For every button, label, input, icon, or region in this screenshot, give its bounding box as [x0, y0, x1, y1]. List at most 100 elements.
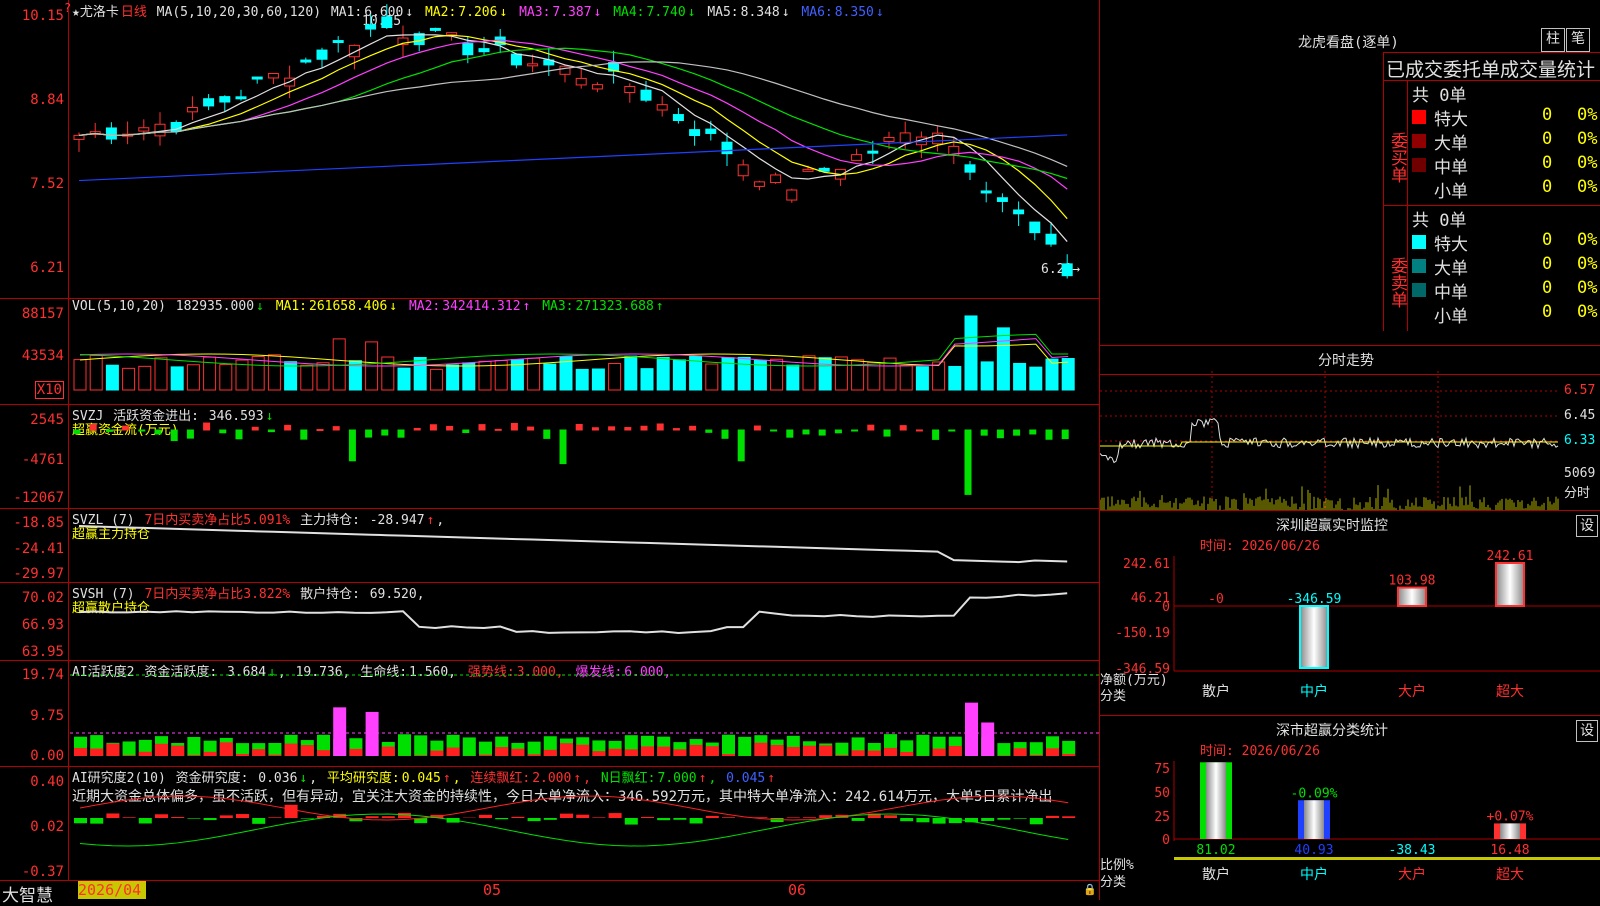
- candle: [1030, 222, 1040, 233]
- sell-row-s[interactable]: 小单00%: [1412, 302, 1597, 326]
- sz-monitor-panel[interactable]: 深圳超赢实时监控 设 时间: 2026/06/26 净额(万元) 分类 242.…: [1100, 510, 1600, 716]
- research-bar: [236, 814, 249, 818]
- candle: [981, 191, 991, 193]
- volume-chart[interactable]: [0, 298, 1099, 404]
- sell-row-xl[interactable]: 特大00%: [1412, 230, 1597, 254]
- candle: [803, 169, 813, 171]
- intraday-chart[interactable]: [1100, 371, 1560, 511]
- sell-row-l[interactable]: 大单00%: [1412, 254, 1597, 278]
- buy-row-l[interactable]: 大单00%: [1412, 129, 1597, 153]
- activity-bar: [333, 707, 346, 756]
- kline-panel[interactable]: 10.15 8.84 7.52 6.21 ? ★尤洛卡日线 MA(5,10,20…: [0, 0, 1099, 299]
- date-axis[interactable]: 大智慧 2026/04 05 06 🔒: [0, 880, 1099, 901]
- candle: [301, 60, 311, 62]
- activity-bar: [852, 750, 865, 756]
- activity-bar: [252, 749, 265, 756]
- ma-line: [79, 135, 1067, 181]
- ai-research-chart[interactable]: [0, 766, 1099, 880]
- svzj-chart[interactable]: [0, 404, 1099, 508]
- tab-tick[interactable]: 笔: [1566, 28, 1590, 52]
- svzl-chart[interactable]: [0, 508, 1099, 582]
- ratio-value-label: 16.48: [1490, 843, 1529, 858]
- research-bar: [301, 818, 314, 819]
- research-bar: [560, 814, 573, 818]
- svsh-chart[interactable]: [0, 582, 1099, 660]
- svzj-bar: [949, 430, 955, 431]
- kline-chart[interactable]: [0, 0, 1099, 298]
- candle: [511, 54, 521, 65]
- svzj-bar: [414, 428, 420, 430]
- volume-panel[interactable]: 88157 43534 X10 VOL(5,10,20) 182935.000↓…: [0, 298, 1099, 405]
- buy-row-s[interactable]: 小单00%: [1412, 177, 1597, 201]
- svzj-bar: [819, 430, 825, 435]
- research-bar: [900, 818, 913, 821]
- activity-bar: [706, 746, 719, 756]
- research-bar: [139, 818, 152, 823]
- buy-row-xl[interactable]: 特大00%: [1412, 105, 1597, 129]
- svzj-bar: [90, 425, 96, 430]
- volume-bar: [916, 367, 928, 390]
- ss-stat-panel[interactable]: 深市超赢分类统计 设 时间: 2026/06/26 比例% 分类 7550250…: [1100, 715, 1600, 901]
- candle: [592, 85, 602, 89]
- ratio-value-label: 40.93: [1294, 843, 1333, 858]
- svsh-panel[interactable]: 70.02 66.93 63.95 SVSH (7) 7日内买卖净占比3.822…: [0, 582, 1099, 661]
- research-bar: [544, 818, 557, 820]
- activity-bar: [414, 755, 427, 756]
- ratio-bar: [1500, 823, 1520, 839]
- intraday-panel[interactable]: 分时走势 6.57 6.45 6.33 5069 分时: [1100, 345, 1600, 511]
- ss-stat-chart[interactable]: 755025081.02散户-0.09%40.93中户-38.43大户+0.07…: [1100, 716, 1600, 901]
- research-bar: [285, 805, 298, 818]
- candle: [382, 17, 392, 28]
- research-bar: [106, 813, 119, 818]
- svzj-bar: [544, 430, 550, 438]
- activity-bar: [155, 744, 168, 756]
- research-bar: [155, 814, 168, 818]
- ss-tick: 25: [1154, 810, 1170, 825]
- research-bar: [997, 818, 1010, 820]
- volume-bar: [268, 355, 280, 390]
- sz-monitor-chart[interactable]: 242.6146.210-150.19-346.59-0散户-346.59中户1…: [1100, 511, 1600, 716]
- svzj-bar: [123, 426, 129, 430]
- candle: [479, 49, 489, 52]
- volume-bar: [738, 357, 750, 390]
- candle: [236, 97, 246, 99]
- candle: [155, 124, 165, 136]
- svzl-panel[interactable]: -18.85 -24.41 -29.97 SVZL (7) 7日内买卖净占比5.…: [0, 508, 1099, 583]
- candle: [366, 25, 376, 29]
- research-bar: [722, 817, 735, 818]
- volume-bar: [398, 368, 410, 390]
- candle: [965, 165, 975, 172]
- candle: [349, 45, 359, 56]
- research-bar: [528, 818, 541, 821]
- research-bar: [706, 816, 719, 818]
- buy-row-m[interactable]: 中单00%: [1412, 153, 1597, 177]
- volume-bar: [90, 356, 102, 390]
- svzj-bar: [803, 430, 809, 434]
- stat-header-box: 已成交委托单成交量统计: [1383, 52, 1600, 81]
- volume-bar: [74, 360, 86, 390]
- activity-bar: [609, 749, 622, 756]
- volume-bar: [463, 363, 475, 390]
- volume-bar: [1062, 359, 1074, 390]
- research-bar: [884, 815, 897, 818]
- tab-bar[interactable]: 柱: [1541, 28, 1565, 52]
- svzj-bar: [592, 428, 598, 430]
- candle: [139, 128, 149, 131]
- sell-total: 共 0单: [1412, 206, 1466, 230]
- activity-bar: [722, 754, 735, 756]
- ai-research-panel[interactable]: 0.40 0.02 -0.37 AI研究度2(10) 资金研究度: 0.036↓…: [0, 766, 1099, 880]
- sz-tick: -150.19: [1115, 626, 1170, 641]
- svzj-bar: [236, 430, 242, 439]
- svzj-bar: [171, 430, 177, 441]
- svzj-bar: [754, 426, 760, 430]
- lock-icon[interactable]: 🔒: [1083, 883, 1097, 896]
- ai-activity-chart[interactable]: [0, 660, 1099, 766]
- sell-row-m[interactable]: 中单00%: [1412, 278, 1597, 302]
- volume-bar: [139, 366, 151, 390]
- svzj-panel[interactable]: 2545 -4761 -12067 SVZJ 活跃资金进出: 346.593↓ …: [0, 404, 1099, 509]
- svzj-bar: [916, 430, 922, 431]
- activity-bar: [592, 751, 605, 756]
- volume-bar: [447, 365, 459, 390]
- svzj-bar: [430, 425, 436, 430]
- ai-activity-panel[interactable]: 19.74 9.75 0.00 AI活跃度2 资金活跃度: 3.684↓, 19…: [0, 660, 1099, 767]
